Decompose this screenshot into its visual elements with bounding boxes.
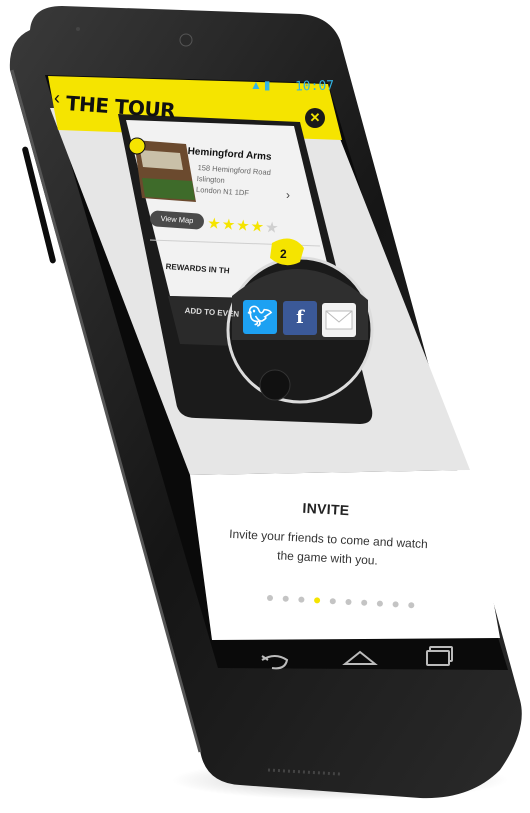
facebook-icon: f xyxy=(296,307,304,328)
phone-body xyxy=(9,6,522,799)
star-icon: ★ xyxy=(249,218,266,236)
page-dot[interactable] xyxy=(408,602,415,609)
page-dot[interactable] xyxy=(267,595,273,601)
email-button[interactable] xyxy=(322,303,356,337)
venue-address: 158 Hemingford Road Islington London N1 … xyxy=(195,162,272,198)
page-dot[interactable] xyxy=(329,598,336,605)
phone-mockup: ▲▮ 10:07 ‹ THE TOUR ✕ Hemingford Arms 15… xyxy=(0,0,530,813)
chevron-left-icon[interactable]: ‹ xyxy=(54,88,60,109)
status-icons: ▲▮ xyxy=(250,78,273,92)
facebook-button[interactable]: f xyxy=(283,301,317,335)
page-dot[interactable] xyxy=(345,599,352,605)
page-dot[interactable] xyxy=(392,601,399,608)
status-time: 10:07 xyxy=(294,78,335,95)
star-icon: ★ xyxy=(264,219,281,237)
chevron-right-icon[interactable]: › xyxy=(286,188,290,202)
page-dot[interactable] xyxy=(314,597,321,604)
email-icon xyxy=(325,310,353,330)
badge-count: 2 xyxy=(280,247,287,261)
page-dot[interactable] xyxy=(361,599,368,606)
star-icon: ★ xyxy=(221,216,237,234)
twitter-icon: 🐦︎ xyxy=(247,306,273,328)
battery-icon: ▮ xyxy=(263,78,273,92)
twitter-button[interactable]: 🐦︎ xyxy=(243,300,277,334)
close-icon[interactable]: ✕ xyxy=(305,108,325,128)
page-dot[interactable] xyxy=(282,595,289,602)
page-dot[interactable] xyxy=(298,596,305,603)
page-dot[interactable] xyxy=(376,600,383,607)
signal-icon: ▲ xyxy=(250,78,264,92)
